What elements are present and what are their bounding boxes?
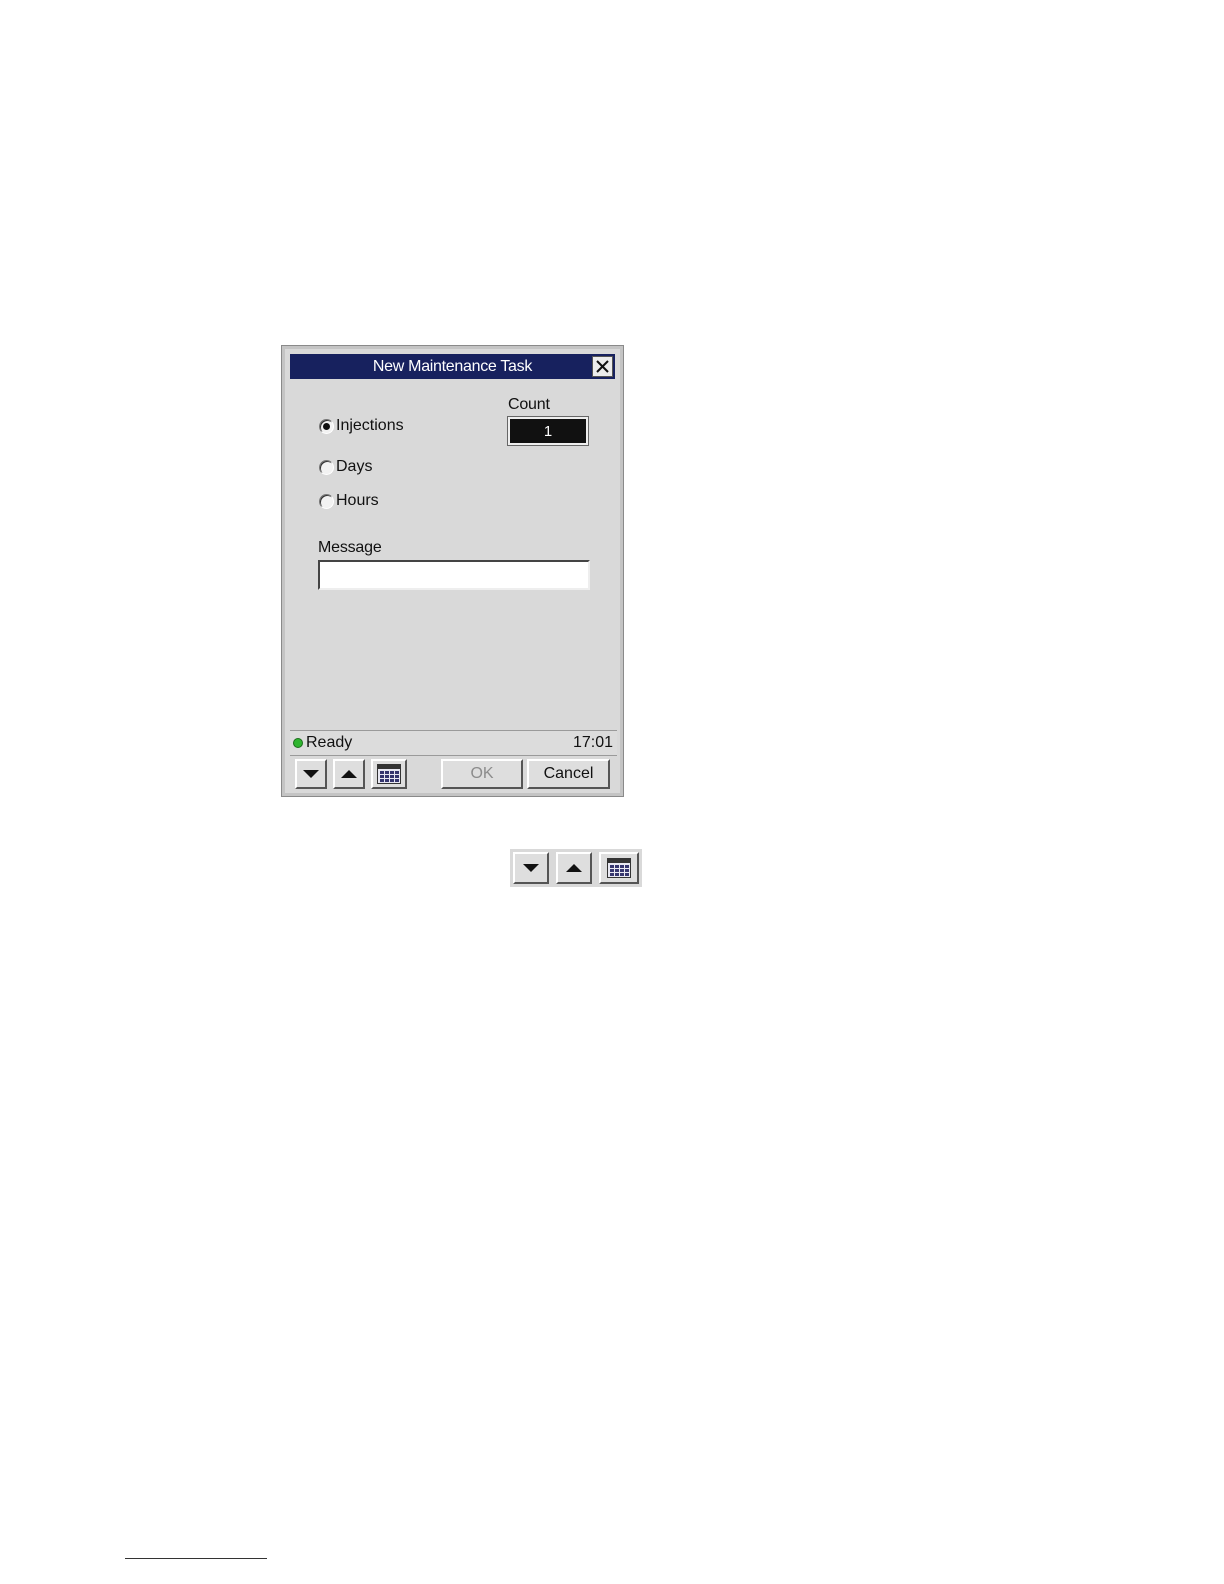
- ok-button[interactable]: OK: [441, 759, 523, 789]
- count-value: 1: [543, 422, 553, 440]
- arrow-up-icon: [341, 770, 357, 778]
- arrow-up-icon: [566, 864, 582, 872]
- toolbar-buttons-closeup: [510, 849, 642, 887]
- scroll-down-button-closeup[interactable]: [513, 852, 549, 884]
- scroll-up-button-closeup[interactable]: [556, 852, 592, 884]
- status-bar: Ready 17:01: [290, 730, 617, 756]
- keypad-button[interactable]: [371, 759, 407, 789]
- status-text: Ready: [306, 734, 353, 751]
- dialog-title: New Maintenance Task: [372, 357, 533, 375]
- radio-injections-label: Injections: [336, 417, 404, 434]
- radio-days[interactable]: Days: [319, 458, 372, 476]
- status-time: 17:01: [572, 734, 613, 751]
- radio-button[interactable]: [319, 493, 334, 509]
- cancel-button[interactable]: Cancel: [527, 759, 610, 789]
- radio-button[interactable]: [319, 459, 334, 475]
- keypad-button-closeup[interactable]: [599, 852, 639, 884]
- keypad-icon: [607, 858, 631, 878]
- scroll-up-button[interactable]: [333, 759, 365, 789]
- scroll-down-button[interactable]: [295, 759, 327, 789]
- count-field[interactable]: 1: [507, 416, 589, 446]
- count-label: Count: [508, 396, 550, 413]
- radio-injections[interactable]: Injections: [319, 417, 404, 435]
- dialog-toolbar: OK Cancel: [290, 759, 617, 791]
- arrow-down-icon: [523, 864, 539, 872]
- message-label: Message: [318, 539, 382, 556]
- maintenance-task-dialog: New Maintenance Task Injections Days Hou…: [281, 345, 624, 797]
- close-icon: [596, 360, 609, 373]
- cancel-button-label: Cancel: [543, 765, 594, 782]
- close-button[interactable]: [592, 356, 613, 377]
- arrow-down-icon: [303, 770, 319, 778]
- radio-hours-label: Hours: [336, 492, 379, 509]
- status-indicator-icon: [293, 738, 303, 748]
- radio-button-checked[interactable]: [319, 418, 334, 434]
- message-input[interactable]: [318, 560, 590, 590]
- footnote-divider: [125, 1558, 267, 1559]
- radio-days-label: Days: [336, 458, 373, 475]
- dialog-titlebar: New Maintenance Task: [290, 354, 615, 379]
- radio-hours[interactable]: Hours: [319, 492, 379, 510]
- ok-button-label: OK: [470, 765, 494, 782]
- keypad-icon: [377, 764, 401, 784]
